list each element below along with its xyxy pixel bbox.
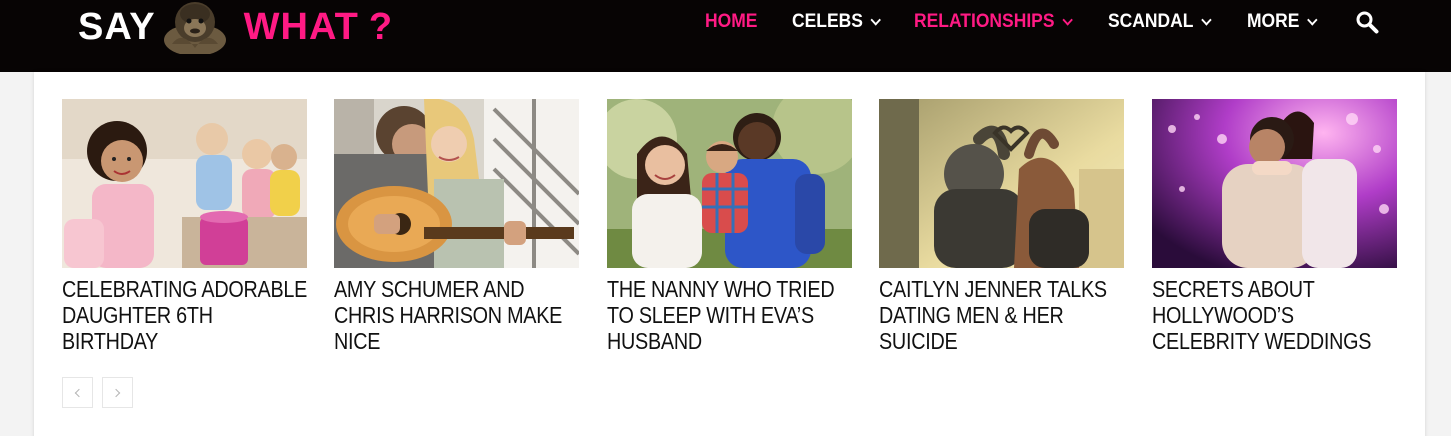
article-title[interactable]: AMY SCHUMER AND CHRIS HARRISON MAKE NICE: [334, 276, 583, 354]
nav-scandal[interactable]: SCANDAL: [1108, 11, 1212, 33]
article-thumbnail[interactable]: [1152, 99, 1397, 268]
article-thumbnail[interactable]: [334, 99, 579, 268]
chevron-down-icon: [870, 13, 881, 26]
logo-word-what: WHAT?: [244, 8, 393, 46]
nav-celebs[interactable]: CELEBS: [792, 11, 881, 33]
gorilla-logo-icon: [163, 2, 226, 54]
chevron-down-icon: [1062, 13, 1073, 26]
nav-home-label: HOME: [705, 11, 758, 32]
nav-more-label: MORE: [1247, 11, 1300, 32]
nav-scandal-label: SCANDAL: [1108, 11, 1194, 32]
article-title[interactable]: THE NANNY WHO TRIED TO SLEEP WITH EVA’S …: [607, 276, 856, 354]
chevron-left-icon: [74, 388, 84, 397]
chevron-down-icon: [1307, 13, 1318, 26]
prev-page-button[interactable]: [62, 377, 93, 408]
site-header: SAY WHAT? HOME CELEBS RELATIONSHIPS SCAN…: [0, 0, 1451, 72]
article-thumbnail[interactable]: [607, 99, 852, 268]
article-card[interactable]: THE NANNY WHO TRIED TO SLEEP WITH EVA’S …: [607, 99, 852, 354]
next-page-button[interactable]: [102, 377, 133, 408]
article-card[interactable]: SECRETS ABOUT HOLLYWOOD’S CELEBRITY WEDD…: [1152, 99, 1397, 354]
article-title[interactable]: SECRETS ABOUT HOLLYWOOD’S CELEBRITY WEDD…: [1152, 276, 1401, 354]
site-logo[interactable]: SAY WHAT?: [78, 0, 393, 54]
article-thumbnail[interactable]: [879, 99, 1124, 268]
logo-question-mark: ?: [368, 6, 394, 48]
logo-what-text: WHAT: [243, 6, 359, 48]
nav-more[interactable]: MORE: [1247, 11, 1318, 33]
article-card[interactable]: AMY SCHUMER AND CHRIS HARRISON MAKE NICE: [334, 99, 579, 354]
related-articles-panel: CELEBRATING ADORABLE DAUGHTER 6TH BIRTHD…: [34, 72, 1425, 436]
article-title[interactable]: CELEBRATING ADORABLE DAUGHTER 6TH BIRTHD…: [62, 276, 311, 354]
article-card[interactable]: CELEBRATING ADORABLE DAUGHTER 6TH BIRTHD…: [62, 99, 307, 354]
article-title[interactable]: CAITLYN JENNER TALKS DATING MEN & HER SU…: [879, 276, 1128, 354]
search-icon[interactable]: [1355, 10, 1379, 34]
logo-word-say: SAY: [78, 6, 156, 48]
nav-relationships[interactable]: RELATIONSHIPS: [914, 11, 1073, 33]
nav-relationships-label: RELATIONSHIPS: [914, 11, 1055, 32]
chevron-right-icon: [111, 388, 121, 397]
nav-celebs-label: CELEBS: [792, 11, 863, 32]
article-thumbnail[interactable]: [62, 99, 307, 268]
article-card[interactable]: CAITLYN JENNER TALKS DATING MEN & HER SU…: [879, 99, 1124, 354]
chevron-down-icon: [1201, 13, 1212, 26]
nav-home[interactable]: HOME: [705, 11, 757, 33]
